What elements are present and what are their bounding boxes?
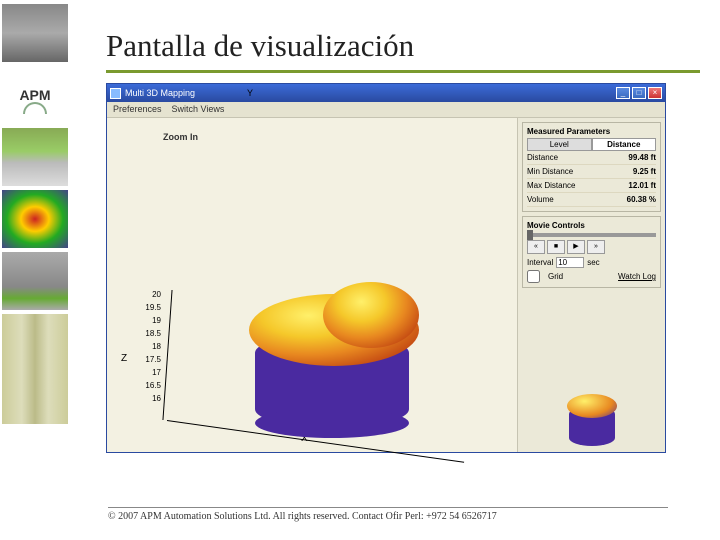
plot-area[interactable]: Zoom In Y 20 19.5 19 18.5 18 17.5 17 16.…: [107, 118, 517, 452]
watchlog-label[interactable]: Watch Log: [618, 272, 656, 281]
window-title: Multi 3D Mapping: [125, 88, 195, 98]
param-min-distance: Min Distance9.25 ft: [527, 165, 656, 179]
logo-arc-icon: [23, 102, 47, 114]
axes-3d: 20 19.5 19 18.5 18 17.5 17 16.5 16 Z X: [141, 178, 481, 438]
surface-dome-2: [323, 282, 419, 348]
sidebar-thumbnails: APM: [0, 0, 72, 540]
app-window: Multi 3D Mapping _ □ × Preferences Switc…: [106, 83, 666, 453]
app-icon: [110, 88, 121, 99]
menu-switch-views[interactable]: Switch Views: [172, 104, 225, 115]
mini-bin-surface: [567, 394, 617, 418]
movie-controls-title: Movie Controls: [527, 221, 656, 230]
z-axis-ticks: 20 19.5 19 18.5 18 17.5 17 16.5 16: [135, 288, 161, 405]
bin-3d-render: [237, 268, 427, 438]
measured-parameters-group: Measured Parameters Level Distance Dista…: [522, 122, 661, 212]
logo-apm: APM: [2, 66, 68, 124]
thumb-silo: [2, 4, 68, 62]
titlebar[interactable]: Multi 3D Mapping _ □ ×: [107, 84, 665, 102]
maximize-button[interactable]: □: [632, 87, 646, 99]
thumb-sensor: [2, 128, 68, 186]
forward-button[interactable]: »: [587, 240, 605, 254]
playback-slider[interactable]: [527, 233, 656, 237]
grid-checkbox[interactable]: [527, 270, 540, 283]
axis-line-z: [162, 290, 172, 420]
rewind-button[interactable]: «: [527, 240, 545, 254]
interval-label: Interval: [527, 258, 553, 267]
tab-distance[interactable]: Distance: [592, 138, 657, 151]
mini-preview: [522, 292, 661, 448]
thumb-surface: [2, 190, 68, 248]
tab-level[interactable]: Level: [527, 138, 592, 151]
play-button[interactable]: ▶: [567, 240, 585, 254]
title-rule: [106, 70, 700, 73]
side-panel: Measured Parameters Level Distance Dista…: [517, 118, 665, 452]
zoom-in-label[interactable]: Zoom In: [163, 132, 198, 142]
thumb-roof: [2, 252, 68, 310]
y-axis-label: Y: [247, 88, 253, 98]
slide-footer: © 2007 APM Automation Solutions Ltd. All…: [108, 507, 668, 522]
slide-title: Pantalla de visualización: [106, 28, 700, 64]
param-max-distance: Max Distance12.01 ft: [527, 179, 656, 193]
grid-label: Grid: [548, 272, 563, 281]
param-distance: Distance99.48 ft: [527, 151, 656, 165]
minimize-button[interactable]: _: [616, 87, 630, 99]
close-button[interactable]: ×: [648, 87, 662, 99]
menubar: Preferences Switch Views: [107, 102, 665, 118]
z-axis-label: Z: [121, 353, 127, 364]
measured-parameters-title: Measured Parameters: [527, 127, 656, 136]
param-volume: Volume60.38 %: [527, 193, 656, 207]
stop-button[interactable]: ■: [547, 240, 565, 254]
menu-preferences[interactable]: Preferences: [113, 104, 162, 115]
interval-input[interactable]: [556, 257, 584, 268]
logo-text: APM: [19, 87, 50, 103]
thumb-pipes: [2, 314, 68, 424]
movie-controls-group: Movie Controls « ■ ▶ » Interval sec: [522, 216, 661, 288]
interval-unit: sec: [587, 258, 599, 267]
